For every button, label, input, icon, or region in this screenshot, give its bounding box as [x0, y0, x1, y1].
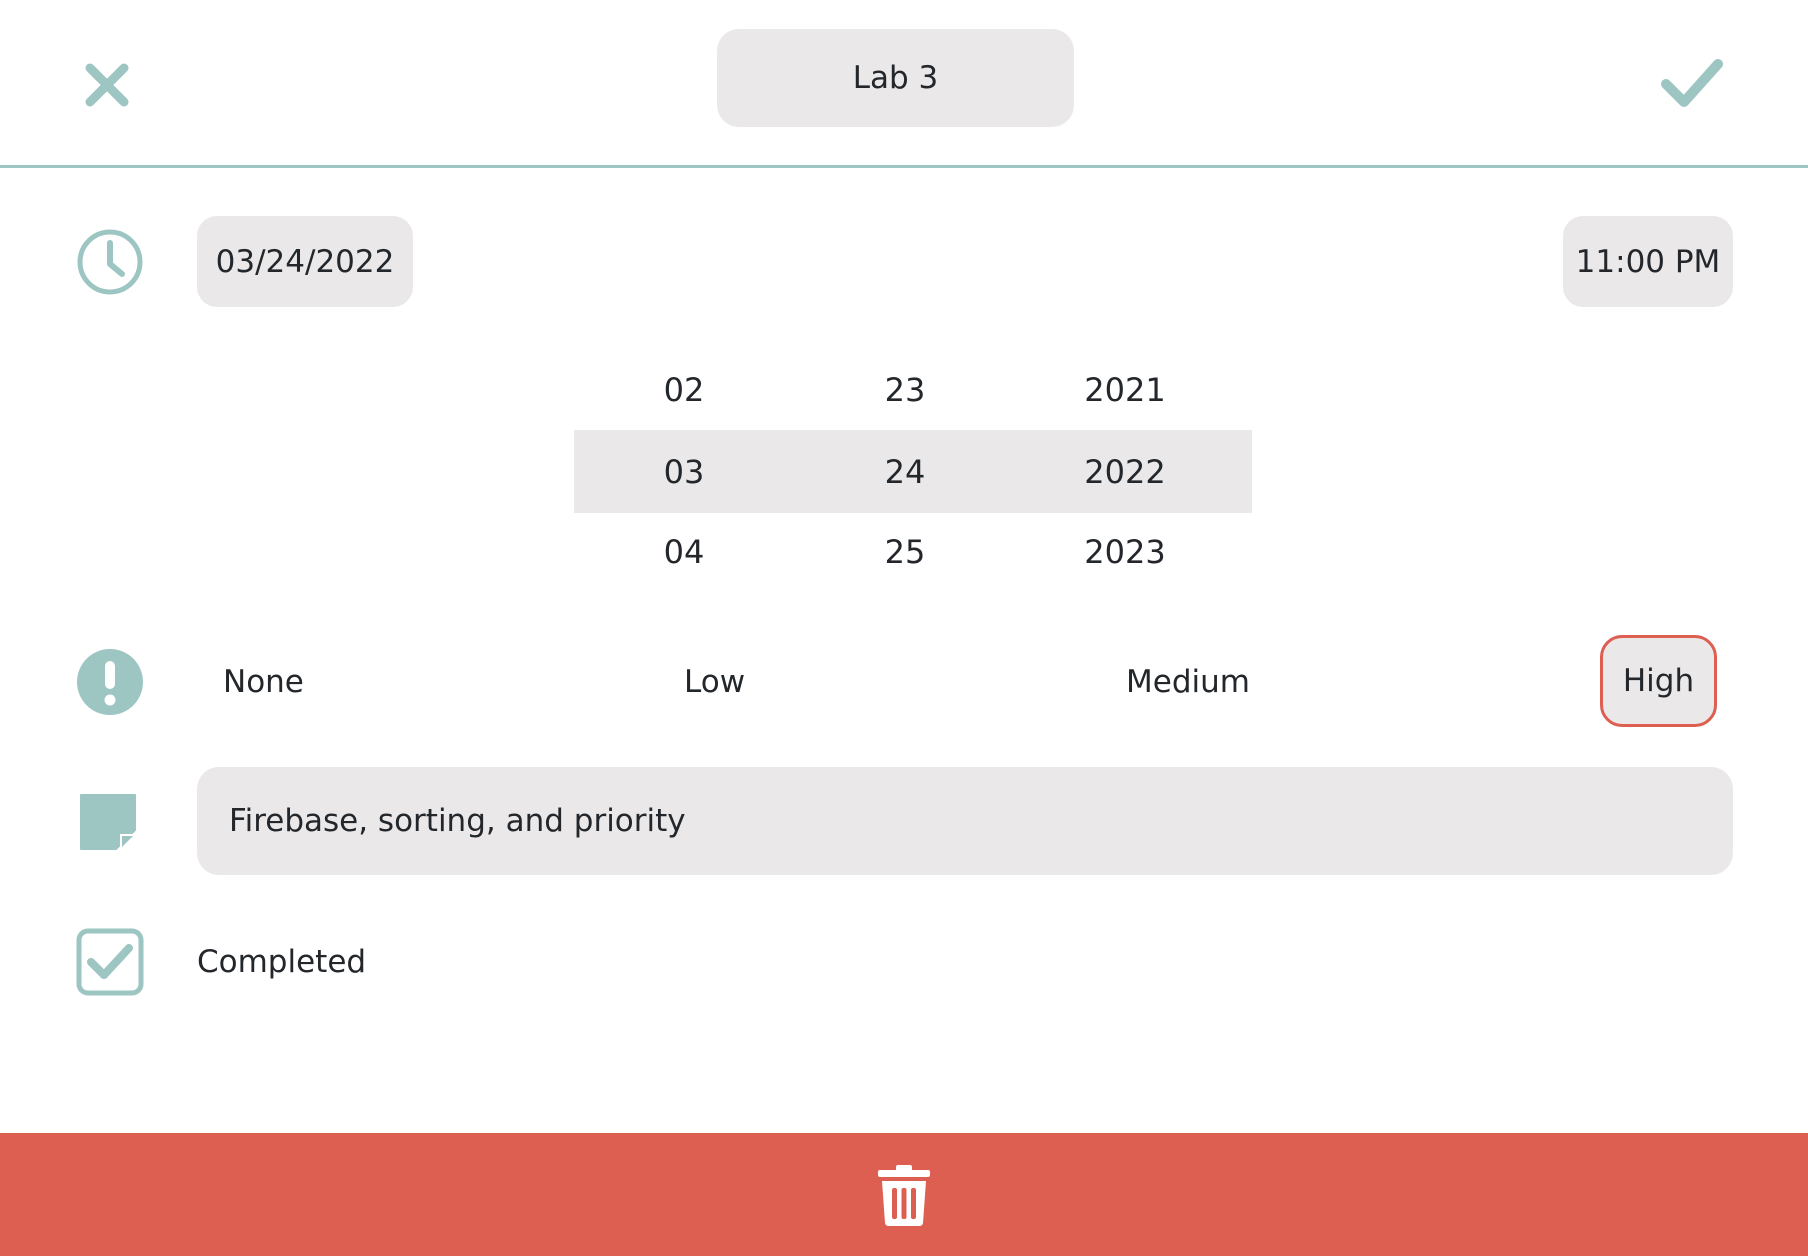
- picker-day[interactable]: 24: [885, 453, 926, 491]
- picker-year[interactable]: 2021: [1084, 371, 1165, 409]
- priority-high-option[interactable]: High: [1600, 635, 1717, 727]
- picker-row-selected[interactable]: 03 24 2022: [574, 432, 1252, 512]
- picker-row[interactable]: 02 23 2021: [574, 350, 1252, 430]
- checkmark-icon: [1661, 59, 1723, 107]
- delete-button[interactable]: [0, 1133, 1808, 1256]
- picker-year[interactable]: 2023: [1084, 533, 1165, 571]
- picker-row[interactable]: 04 25 2023: [574, 512, 1252, 592]
- priority-low-option[interactable]: Low: [684, 648, 745, 716]
- date-wheel-picker[interactable]: 02 23 2021 03 24 2022 04 25 2023: [574, 350, 1252, 595]
- clock-icon: [77, 229, 143, 295]
- priority-none-option[interactable]: None: [223, 648, 304, 716]
- close-button[interactable]: [74, 52, 140, 118]
- picker-month[interactable]: 03: [664, 453, 705, 491]
- date-field[interactable]: 03/24/2022: [197, 216, 413, 307]
- header-bar: Lab 3: [0, 0, 1808, 168]
- exclamation-icon: [77, 649, 143, 715]
- task-title[interactable]: Lab 3: [717, 29, 1074, 127]
- picker-year[interactable]: 2022: [1084, 453, 1165, 491]
- notes-input[interactable]: [197, 767, 1733, 875]
- picker-day[interactable]: 25: [885, 533, 926, 571]
- completed-checkbox[interactable]: [76, 928, 144, 996]
- picker-day[interactable]: 23: [885, 371, 926, 409]
- completed-label: Completed: [197, 944, 367, 980]
- picker-month[interactable]: 02: [664, 371, 705, 409]
- priority-medium-option[interactable]: Medium: [1126, 648, 1250, 716]
- x-icon: [85, 63, 129, 107]
- sticky-note-icon: [80, 794, 136, 850]
- picker-month[interactable]: 04: [664, 533, 705, 571]
- confirm-button[interactable]: [1654, 50, 1730, 116]
- edit-task-screen: Lab 3 03/24/2022 11:00 PM 02 23 2021 03 …: [0, 0, 1808, 1256]
- trash-icon: [878, 1164, 930, 1226]
- time-field[interactable]: 11:00 PM: [1563, 216, 1733, 307]
